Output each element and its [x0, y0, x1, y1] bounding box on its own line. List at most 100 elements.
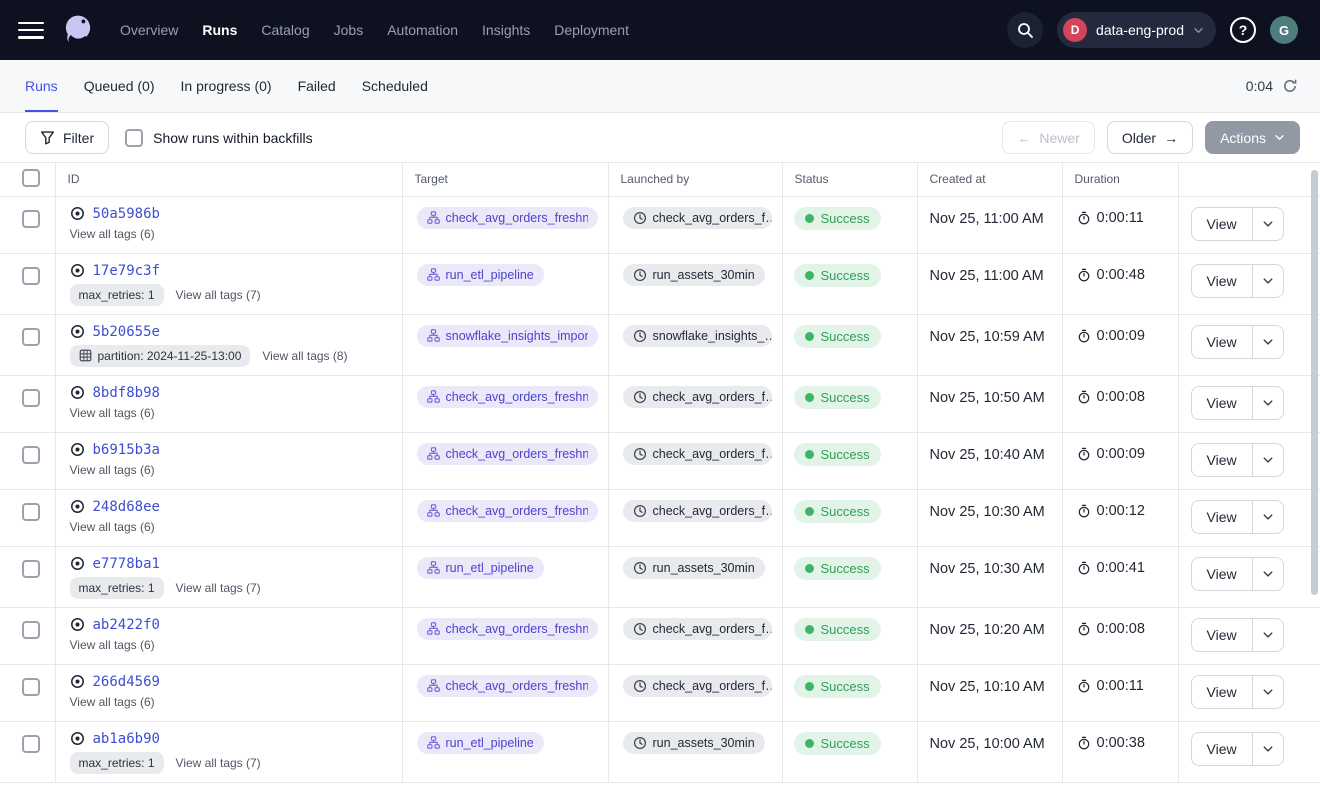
target-asset-pill[interactable]: check_avg_orders_freshne	[417, 618, 598, 640]
view-run-button[interactable]: View	[1192, 733, 1253, 765]
tab-failed[interactable]: Failed	[298, 60, 336, 112]
run-tag-pill[interactable]: max_retries: 1	[70, 284, 164, 306]
view-all-tags-link[interactable]: View all tags (7)	[176, 288, 261, 302]
view-all-tags-link[interactable]: View all tags (8)	[262, 349, 347, 363]
view-options-chevron-icon[interactable]	[1253, 558, 1283, 590]
launched-by-pill[interactable]: check_avg_orders_f…	[623, 207, 772, 229]
user-avatar[interactable]: G	[1270, 16, 1298, 44]
view-all-tags-link[interactable]: View all tags (7)	[176, 756, 261, 770]
help-icon[interactable]: ?	[1230, 17, 1256, 43]
view-all-tags-link[interactable]: View all tags (6)	[70, 638, 155, 652]
run-id-link[interactable]: 266d4569	[93, 674, 160, 690]
launched-by-pill[interactable]: run_assets_30min	[623, 264, 765, 286]
tab-in-progress[interactable]: In progress (0)	[181, 60, 272, 112]
filter-button[interactable]: Filter	[25, 121, 109, 154]
row-checkbox[interactable]	[22, 210, 40, 228]
row-checkbox[interactable]	[22, 560, 40, 578]
row-checkbox[interactable]	[22, 621, 40, 639]
nav-insights[interactable]: Insights	[482, 22, 530, 38]
target-asset-pill[interactable]: snowflake_insights_import	[417, 325, 598, 347]
view-run-button[interactable]: View	[1192, 326, 1253, 358]
select-all-checkbox[interactable]	[22, 169, 40, 187]
view-options-chevron-icon[interactable]	[1253, 265, 1283, 297]
run-id-link[interactable]: 50a5986b	[93, 206, 160, 222]
run-id-link[interactable]: 17e79c3f	[93, 263, 160, 279]
target-asset-pill[interactable]: check_avg_orders_freshne	[417, 675, 598, 697]
view-all-tags-link[interactable]: View all tags (6)	[70, 463, 155, 477]
view-run-button[interactable]: View	[1192, 619, 1253, 651]
view-options-chevron-icon[interactable]	[1253, 501, 1283, 533]
run-tag-pill[interactable]: max_retries: 1	[70, 577, 164, 599]
view-run-button[interactable]: View	[1192, 676, 1253, 708]
target-asset-pill[interactable]: check_avg_orders_freshne	[417, 500, 598, 522]
view-options-chevron-icon[interactable]	[1253, 733, 1283, 765]
view-all-tags-link[interactable]: View all tags (6)	[70, 406, 155, 420]
view-run-button[interactable]: View	[1192, 387, 1253, 419]
row-checkbox[interactable]	[22, 328, 40, 346]
run-id-link[interactable]: 248d68ee	[93, 499, 160, 515]
show-backfills-checkbox[interactable]	[125, 129, 143, 147]
launched-by-pill[interactable]: check_avg_orders_f…	[623, 675, 772, 697]
run-id-link[interactable]: ab2422f0	[93, 617, 160, 633]
view-run-button[interactable]: View	[1192, 208, 1253, 240]
nav-automation[interactable]: Automation	[387, 22, 458, 38]
vertical-scrollbar[interactable]	[1311, 170, 1318, 595]
view-run-button[interactable]: View	[1192, 265, 1253, 297]
row-checkbox[interactable]	[22, 389, 40, 407]
actions-button[interactable]: Actions	[1205, 121, 1300, 154]
row-checkbox[interactable]	[22, 678, 40, 696]
view-options-chevron-icon[interactable]	[1253, 619, 1283, 651]
view-options-chevron-icon[interactable]	[1253, 208, 1283, 240]
view-options-chevron-icon[interactable]	[1253, 326, 1283, 358]
target-asset-pill[interactable]: run_etl_pipeline	[417, 264, 544, 286]
deployment-switcher[interactable]: D data-eng-prod	[1057, 12, 1216, 48]
view-run-button[interactable]: View	[1192, 558, 1253, 590]
row-checkbox[interactable]	[22, 735, 40, 753]
tab-queued[interactable]: Queued (0)	[84, 60, 155, 112]
nav-deployment[interactable]: Deployment	[554, 22, 629, 38]
run-tag-pill[interactable]: max_retries: 1	[70, 752, 164, 774]
nav-overview[interactable]: Overview	[120, 22, 178, 38]
launched-by-pill[interactable]: check_avg_orders_f…	[623, 618, 772, 640]
target-asset-pill[interactable]: check_avg_orders_freshne	[417, 207, 598, 229]
refresh-icon[interactable]	[1282, 78, 1298, 94]
run-id-link[interactable]: 5b20655e	[93, 324, 160, 340]
run-tag-pill[interactable]: partition: 2024-11-25-13:00	[70, 345, 251, 367]
tab-runs[interactable]: Runs	[25, 60, 58, 112]
launched-by-pill[interactable]: run_assets_30min	[623, 732, 765, 754]
launched-by-pill[interactable]: run_assets_30min	[623, 557, 765, 579]
target-asset-pill[interactable]: check_avg_orders_freshne	[417, 386, 598, 408]
run-id-link[interactable]: b6915b3a	[93, 442, 160, 458]
view-options-chevron-icon[interactable]	[1253, 387, 1283, 419]
view-all-tags-link[interactable]: View all tags (6)	[70, 695, 155, 709]
dagster-logo[interactable]	[60, 12, 96, 48]
row-checkbox[interactable]	[22, 267, 40, 285]
run-id-link[interactable]: 8bdf8b98	[93, 385, 160, 401]
row-checkbox[interactable]	[22, 446, 40, 464]
view-all-tags-link[interactable]: View all tags (6)	[70, 520, 155, 534]
launched-by-pill[interactable]: check_avg_orders_f…	[623, 386, 772, 408]
view-all-tags-link[interactable]: View all tags (7)	[176, 581, 261, 595]
view-run-button[interactable]: View	[1192, 501, 1253, 533]
search-button[interactable]	[1007, 12, 1043, 48]
view-options-chevron-icon[interactable]	[1253, 444, 1283, 476]
nav-runs[interactable]: Runs	[202, 22, 237, 38]
launched-by-pill[interactable]: check_avg_orders_f…	[623, 443, 772, 465]
newer-button[interactable]: ← Newer	[1002, 121, 1094, 154]
target-asset-pill[interactable]: run_etl_pipeline	[417, 732, 544, 754]
run-id-link[interactable]: e7778ba1	[93, 556, 160, 572]
target-asset-pill[interactable]: run_etl_pipeline	[417, 557, 544, 579]
nav-catalog[interactable]: Catalog	[261, 22, 309, 38]
target-asset-pill[interactable]: check_avg_orders_freshne	[417, 443, 598, 465]
launched-by-pill[interactable]: snowflake_insights_…	[623, 325, 772, 347]
menu-icon[interactable]	[18, 22, 44, 39]
row-checkbox[interactable]	[22, 503, 40, 521]
view-all-tags-link[interactable]: View all tags (6)	[70, 227, 155, 241]
launched-by-pill[interactable]: check_avg_orders_f…	[623, 500, 772, 522]
tab-scheduled[interactable]: Scheduled	[362, 60, 428, 112]
run-id-link[interactable]: ab1a6b90	[93, 731, 160, 747]
view-run-button[interactable]: View	[1192, 444, 1253, 476]
nav-jobs[interactable]: Jobs	[334, 22, 364, 38]
view-options-chevron-icon[interactable]	[1253, 676, 1283, 708]
older-button[interactable]: Older →	[1107, 121, 1193, 154]
